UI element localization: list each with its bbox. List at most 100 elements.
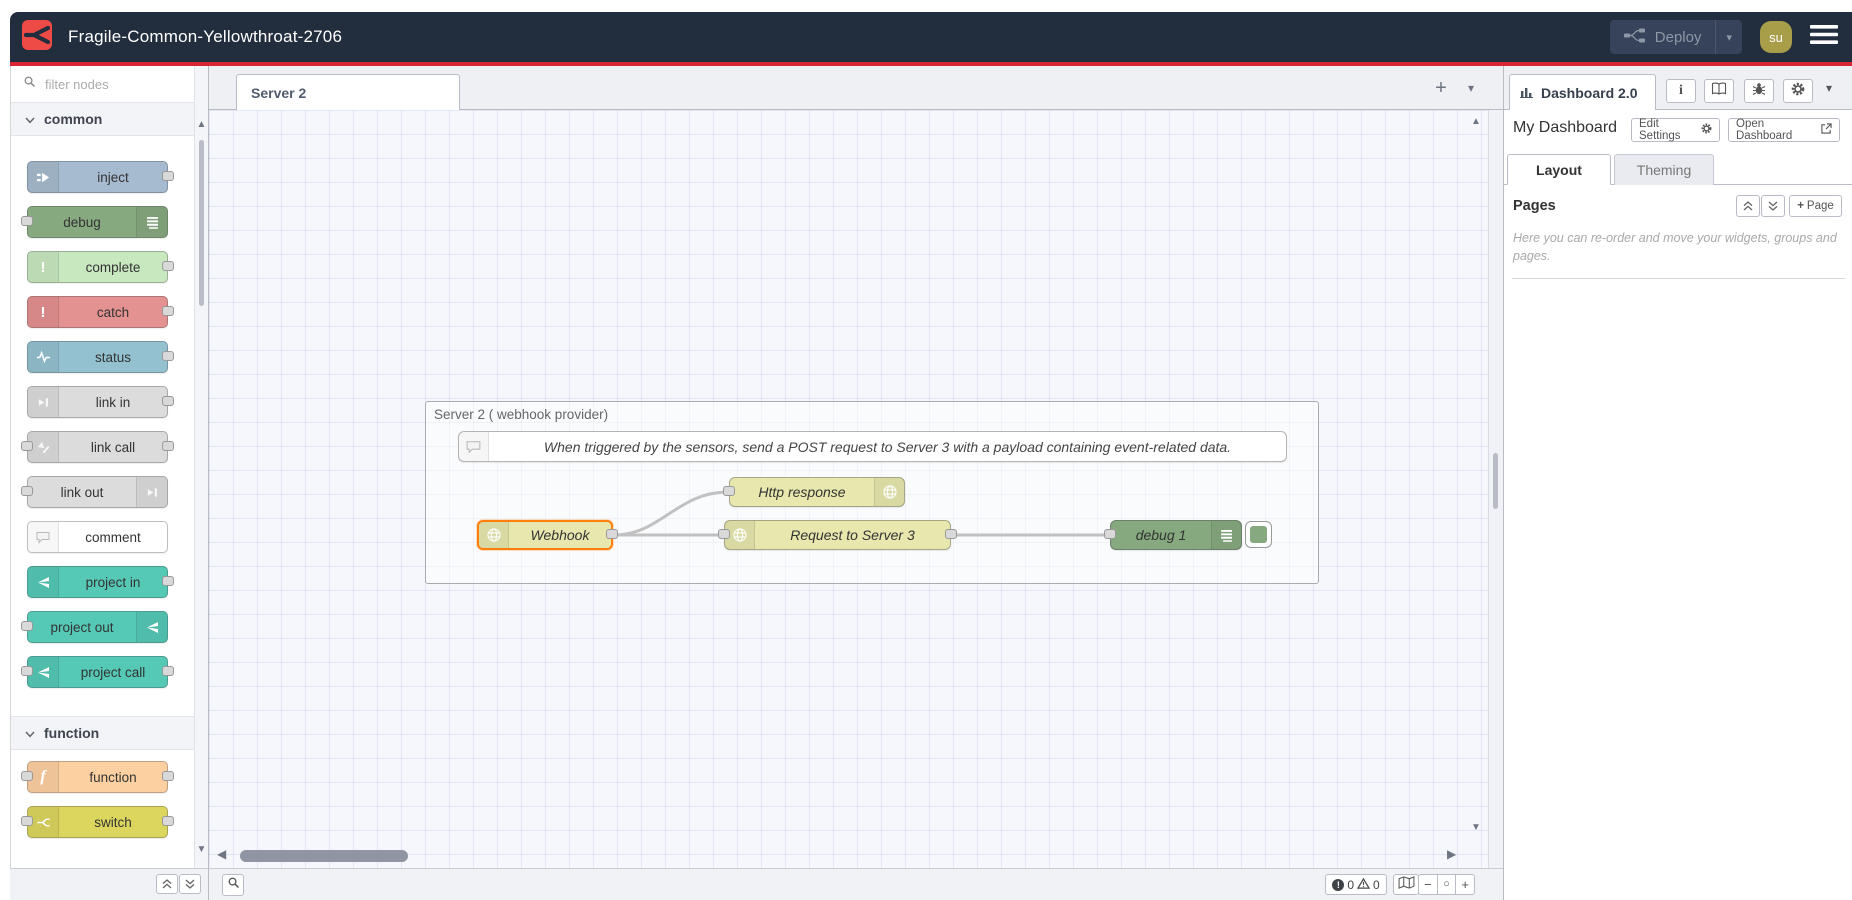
input-port[interactable] [21, 441, 33, 451]
output-port[interactable] [162, 816, 174, 826]
debug-tab-button[interactable] [1744, 79, 1774, 103]
node-request-to-server-3[interactable]: Request to Server 3 [724, 520, 951, 550]
navigator-map-button[interactable] [1393, 874, 1419, 895]
palette-node-function[interactable]: f function [27, 761, 168, 793]
input-port[interactable] [1104, 529, 1116, 539]
category-label: function [44, 725, 99, 741]
zoom-reset-button[interactable]: ○ [1437, 875, 1457, 894]
input-port[interactable] [21, 771, 33, 781]
globe-icon [479, 522, 509, 548]
output-port[interactable] [162, 171, 174, 181]
palette-filter[interactable] [11, 66, 208, 102]
debug-enable-toggle[interactable] [1245, 521, 1272, 548]
palette-node-comment[interactable]: comment [27, 521, 168, 553]
canvas-vscroll-thumb[interactable] [1493, 453, 1498, 509]
zoom-in-button[interactable]: + [1456, 875, 1474, 894]
scroll-right-icon[interactable]: ▶ [1447, 847, 1456, 861]
error-count-icon: ! [1332, 879, 1344, 891]
deploy-options-caret-icon[interactable]: ▾ [1715, 20, 1742, 54]
palette-node-link-call[interactable]: link call [27, 431, 168, 463]
output-port[interactable] [162, 576, 174, 586]
output-port[interactable] [162, 771, 174, 781]
output-port[interactable] [606, 529, 618, 539]
input-port[interactable] [723, 486, 735, 496]
palette-node-project-in[interactable]: project in [27, 566, 168, 598]
collapse-categories-button[interactable] [156, 874, 178, 894]
output-port[interactable] [162, 441, 174, 451]
output-port[interactable] [162, 351, 174, 361]
collapse-pages-button[interactable] [1736, 195, 1760, 217]
map-icon [1398, 876, 1415, 894]
input-port[interactable] [21, 486, 33, 496]
expand-pages-button[interactable] [1761, 195, 1785, 217]
expand-categories-button[interactable] [179, 874, 201, 894]
flow-list-caret-icon[interactable]: ▾ [1459, 74, 1483, 102]
palette-node-catch[interactable]: ! catch [27, 296, 168, 328]
notification-counts[interactable]: ! 0 0 [1325, 874, 1387, 895]
add-flow-button[interactable]: + [1427, 74, 1455, 102]
comment-text: When triggered by the sensors, send a PO… [489, 439, 1286, 455]
info-tab-button[interactable]: i [1666, 79, 1696, 103]
deploy-icon [1624, 28, 1646, 47]
info-icon: i [1679, 83, 1683, 99]
output-port[interactable] [162, 306, 174, 316]
search-flows-button[interactable] [222, 874, 244, 896]
scroll-up-icon[interactable]: ▲ [1471, 116, 1481, 127]
input-port[interactable] [21, 816, 33, 826]
book-icon [1711, 82, 1727, 101]
node-webhook[interactable]: Webhook [477, 520, 613, 550]
search-icon [227, 876, 240, 894]
palette-node-switch[interactable]: switch [27, 806, 168, 838]
flow-tab-server-2[interactable]: Server 2 [236, 74, 460, 110]
scroll-up-icon[interactable]: ▲ [195, 118, 208, 132]
warning-triangle-icon [1357, 878, 1370, 892]
palette-category-common[interactable]: common [11, 102, 208, 136]
chevron-down-icon [25, 111, 35, 127]
palette-node-link-in[interactable]: link in [27, 386, 168, 418]
scroll-left-icon[interactable]: ◀ [217, 847, 226, 861]
palette-scrollbar-thumb[interactable] [199, 140, 204, 306]
palette-node-inject[interactable]: inject [27, 161, 168, 193]
palette-node-project-out[interactable]: project out [27, 611, 168, 643]
input-port[interactable] [21, 216, 33, 226]
user-avatar[interactable]: su [1760, 21, 1792, 53]
output-port[interactable] [945, 529, 957, 539]
tab-layout[interactable]: Layout [1507, 154, 1611, 185]
palette-node-complete[interactable]: ! complete [27, 251, 168, 283]
output-port[interactable] [162, 261, 174, 271]
sidebar-tab-dashboard[interactable]: Dashboard 2.0 [1509, 74, 1656, 110]
flow-canvas[interactable]: Server 2 ( webhook provider) When trigge… [209, 110, 1503, 868]
flow-tab-bar: Server 2 + ▾ [209, 66, 1503, 110]
open-dashboard-button[interactable]: Open Dashboard [1728, 118, 1840, 142]
palette-filter-input[interactable] [43, 76, 167, 93]
palette-node-debug[interactable]: debug [27, 206, 168, 238]
input-port[interactable] [21, 666, 33, 676]
scroll-down-icon[interactable]: ▼ [195, 843, 208, 857]
error-count: 0 [1347, 878, 1354, 892]
input-port[interactable] [21, 621, 33, 631]
output-port[interactable] [162, 396, 174, 406]
canvas-hscroll-thumb[interactable] [240, 850, 408, 862]
canvas-vertical-scrollbar[interactable] [1488, 110, 1503, 868]
palette-node-project-call[interactable]: project call [27, 656, 168, 688]
tab-theming[interactable]: Theming [1614, 154, 1714, 185]
sidebar-tabs-caret-icon[interactable]: ▾ [1826, 81, 1832, 95]
palette-scrollbar[interactable]: ▲ ▼ [194, 66, 208, 868]
add-page-button[interactable]: + Page [1789, 195, 1842, 217]
config-nodes-tab-button[interactable] [1783, 79, 1813, 103]
main-menu-hamburger-icon[interactable] [1810, 25, 1838, 49]
zoom-controls: − ○ + [1418, 874, 1475, 895]
edit-settings-button[interactable]: Edit Settings [1631, 118, 1720, 142]
help-tab-button[interactable] [1704, 79, 1734, 103]
scroll-down-icon[interactable]: ▼ [1471, 822, 1481, 833]
palette-category-function[interactable]: function [11, 716, 208, 750]
palette-node-link-out[interactable]: link out [27, 476, 168, 508]
comment-node[interactable]: When triggered by the sensors, send a PO… [458, 431, 1287, 462]
palette-node-status[interactable]: status [27, 341, 168, 373]
deploy-button[interactable]: Deploy ▾ [1610, 20, 1742, 54]
output-port[interactable] [162, 666, 174, 676]
input-port[interactable] [718, 529, 730, 539]
node-http-response[interactable]: Http response [729, 477, 905, 507]
node-debug-1[interactable]: debug 1 [1110, 520, 1242, 550]
zoom-out-button[interactable]: − [1419, 875, 1437, 894]
